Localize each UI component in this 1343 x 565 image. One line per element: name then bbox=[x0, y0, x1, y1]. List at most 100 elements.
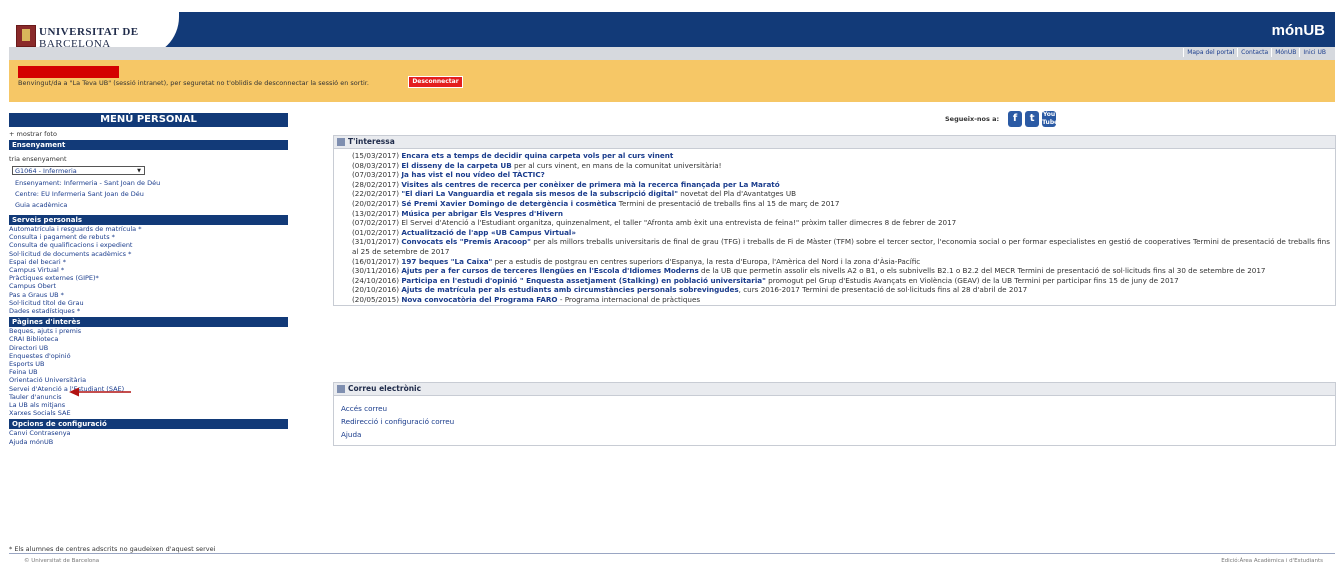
menu-item[interactable]: Directori UB bbox=[9, 344, 288, 352]
site-header: UNIVERSITAT DE BARCELONA mónUB Mapa del … bbox=[9, 12, 1335, 60]
mail-redirect-link[interactable]: Redirecció i configuració correu bbox=[341, 415, 1335, 428]
welcome-bar: Benvingut/da a "La Teva UB" (sessió intr… bbox=[9, 60, 1335, 102]
news-item[interactable]: (30/11/2016) Ajuts per a fer cursos de t… bbox=[352, 266, 1331, 276]
news-headline[interactable]: "El diari La Vanguardia et regala sis me… bbox=[401, 189, 678, 198]
redacted-username bbox=[18, 66, 119, 78]
section-serveis: Serveis personals bbox=[9, 215, 288, 225]
mail-panel-header: Correu electrònic bbox=[334, 383, 1335, 396]
news-headline[interactable]: Actualització de l'app «UB Campus Virtua… bbox=[401, 228, 576, 237]
academic-guide-link[interactable]: Guia acadèmica bbox=[9, 200, 288, 211]
menu-item[interactable]: La UB als mitjans bbox=[9, 401, 288, 409]
menu-item[interactable]: Campus Obert bbox=[9, 282, 288, 290]
menu-item[interactable]: Sol·licitud títol de Grau bbox=[9, 299, 288, 307]
menu-item[interactable]: Espai del becari * bbox=[9, 258, 288, 266]
menu-item-help[interactable]: Ajuda mónUB bbox=[9, 438, 288, 446]
news-detail: per a estudis de postgrau en centres sup… bbox=[492, 256, 921, 266]
footer-credit: Edició:Àrea Acadèmica i d'Estudiants bbox=[1221, 558, 1323, 564]
copyright: © Universitat de Barcelona bbox=[24, 558, 100, 564]
mail-panel: Correu electrònic Accés correu Redirecci… bbox=[333, 382, 1336, 446]
news-headline[interactable]: Ja has vist el nou vídeo del TÀCTIC? bbox=[401, 170, 544, 179]
menu-item[interactable]: Xarxes Socials SAE bbox=[9, 409, 288, 417]
news-item[interactable]: (20/05/2015) Nova convocatòria del Progr… bbox=[352, 295, 1331, 305]
menu-item[interactable]: Beques, ajuts i premis bbox=[9, 327, 288, 335]
news-date: (31/01/2017) bbox=[352, 237, 400, 247]
news-item[interactable]: (28/02/2017) Visites als centres de rece… bbox=[352, 180, 1331, 190]
news-item[interactable]: (22/02/2017) "El diari La Vanguardia et … bbox=[352, 189, 1331, 199]
news-item[interactable]: (24/10/2016) Participa en l'estudi d'opi… bbox=[352, 276, 1331, 286]
header-bar bbox=[9, 12, 1335, 47]
news-title: T'interessa bbox=[348, 137, 395, 146]
news-date: (20/05/2015) bbox=[352, 294, 400, 304]
crest-icon bbox=[16, 25, 36, 47]
choose-degree-label: tria ensenyament bbox=[9, 155, 67, 163]
mail-access-link[interactable]: Accés correu bbox=[341, 402, 1335, 415]
news-headline[interactable]: Convocats els "Premis Aracoop" bbox=[401, 237, 531, 246]
center-info[interactable]: Centre: EU Infermeria Sant Joan de Déu bbox=[9, 189, 288, 200]
footer-divider bbox=[9, 553, 1335, 554]
degree-select[interactable]: G1064 - Infermeria ▼ bbox=[12, 166, 145, 175]
section-ensenyament: Ensenyament bbox=[9, 140, 288, 150]
menu-item[interactable]: Servei d'Atenció a l'Estudiant (SAE) bbox=[9, 385, 288, 393]
menu-item[interactable]: Campus Virtual * bbox=[9, 266, 288, 274]
link-site-map[interactable]: Mapa del portal bbox=[1183, 48, 1238, 57]
menu-item[interactable]: Esports UB bbox=[9, 360, 288, 368]
news-item[interactable]: (15/03/2017) Encara ets a temps de decid… bbox=[352, 151, 1331, 161]
menu-item[interactable]: Feina UB bbox=[9, 368, 288, 376]
news-item[interactable]: (20/10/2016) Ajuts de matrícula per als … bbox=[352, 285, 1331, 295]
sub-navigation-bar bbox=[9, 47, 1335, 60]
menu-item[interactable]: Tauler d'anuncis bbox=[9, 393, 288, 401]
link-contact[interactable]: Contacta bbox=[1237, 48, 1272, 57]
menu-item[interactable]: Automatrícula i resguards de matrícula * bbox=[9, 225, 288, 233]
menu-item[interactable]: Consulta de qualificacions i expedient bbox=[9, 241, 288, 249]
menu-item[interactable]: Sol·licitud de documents acadèmics * bbox=[9, 250, 288, 258]
news-headline[interactable]: Ajuts per a fer cursos de terceres lleng… bbox=[401, 266, 698, 275]
menu-item[interactable]: Pas a Graus UB * bbox=[9, 291, 288, 299]
news-detail: promogut pel Grup d'Estudis Avançats en … bbox=[765, 275, 1179, 285]
degree-info[interactable]: Ensenyament: Infermeria - Sant Joan de D… bbox=[9, 178, 288, 189]
news-headline[interactable]: Participa en l'estudi d'opinió " Enquest… bbox=[401, 276, 766, 285]
news-headline[interactable]: Encara ets a temps de decidir quina carp… bbox=[401, 151, 673, 160]
news-headline[interactable]: Visites als centres de recerca per conèi… bbox=[401, 180, 779, 189]
news-detail: , curs 2016-2017 Termini de presentació … bbox=[738, 285, 1028, 295]
news-headline[interactable]: Ajuts de matrícula per als estudiants am… bbox=[401, 285, 738, 294]
menu-item[interactable]: Enquestes d'opinió bbox=[9, 352, 288, 360]
youtube-icon[interactable]: You Tube bbox=[1042, 111, 1058, 127]
news-item[interactable]: (08/03/2017) El disseny de la carpeta UB… bbox=[352, 161, 1331, 171]
news-headline[interactable]: 197 beques "La Caixa" bbox=[401, 257, 492, 266]
menu-item[interactable]: Orientació Universitària bbox=[9, 376, 288, 384]
news-item[interactable]: (13/02/2017) Música per abrigar Els Vesp… bbox=[352, 209, 1331, 219]
personal-menu: MENÚ PERSONAL + mostrar foto Ensenyament… bbox=[9, 113, 288, 446]
link-monub[interactable]: MónUB bbox=[1271, 48, 1300, 57]
news-item[interactable]: (07/02/2017) El Servei d'Atenció a l'Est… bbox=[352, 218, 1331, 228]
news-headline[interactable]: Música per abrigar Els Vespres d'Hivern bbox=[401, 209, 563, 218]
news-detail: Termini de presentació de treballs fins … bbox=[616, 198, 840, 208]
news-date: (01/02/2017) bbox=[352, 227, 400, 237]
news-detail: de la UB que permetin assolir els nivell… bbox=[698, 266, 1266, 276]
menu-item[interactable]: Consulta i pagament de rebuts * bbox=[9, 233, 288, 241]
news-item[interactable]: (20/02/2017) Sé Premi Xavier Domingo de … bbox=[352, 199, 1331, 209]
news-date: (08/03/2017) bbox=[352, 160, 400, 170]
menu-item-change-password[interactable]: Canvi Contrasenya bbox=[9, 429, 288, 437]
menu-item[interactable]: Pràctiques externes (GIPE)* bbox=[9, 274, 288, 282]
menu-item-crai-library[interactable]: CRAI Biblioteca bbox=[9, 335, 288, 343]
brand-title[interactable]: mónUB bbox=[1272, 22, 1325, 39]
news-headline[interactable]: Nova convocatòria del Programa FARO bbox=[401, 295, 557, 304]
news-item[interactable]: (16/01/2017) 197 beques "La Caixa" per a… bbox=[352, 257, 1331, 267]
news-date: (16/01/2017) bbox=[352, 256, 400, 266]
news-headline[interactable]: Sé Premi Xavier Domingo de detergència i… bbox=[401, 199, 616, 208]
twitter-icon[interactable]: t bbox=[1025, 111, 1040, 127]
degree-select-value: G1064 - Infermeria bbox=[15, 167, 77, 175]
menu-item[interactable]: Dades estadístiques * bbox=[9, 307, 288, 315]
news-date: (20/02/2017) bbox=[352, 198, 400, 208]
news-item[interactable]: (07/03/2017) Ja has vist el nou vídeo de… bbox=[352, 170, 1331, 180]
news-headline[interactable]: El disseny de la carpeta UB bbox=[401, 161, 511, 170]
news-item[interactable]: (31/01/2017) Convocats els "Premis Araco… bbox=[352, 237, 1331, 256]
mail-help-link[interactable]: Ajuda bbox=[341, 428, 1335, 441]
annotation-arrow-icon bbox=[69, 387, 131, 397]
facebook-icon[interactable]: f bbox=[1008, 111, 1023, 127]
link-home-ub[interactable]: Inici UB bbox=[1299, 48, 1329, 57]
show-photo-link[interactable]: + mostrar foto bbox=[9, 130, 288, 138]
news-item[interactable]: (01/02/2017) Actualització de l'app «UB … bbox=[352, 228, 1331, 238]
logout-button[interactable]: Desconnectar bbox=[408, 76, 463, 88]
social-links: Segueix-nos a: f t You Tube bbox=[945, 111, 1058, 127]
